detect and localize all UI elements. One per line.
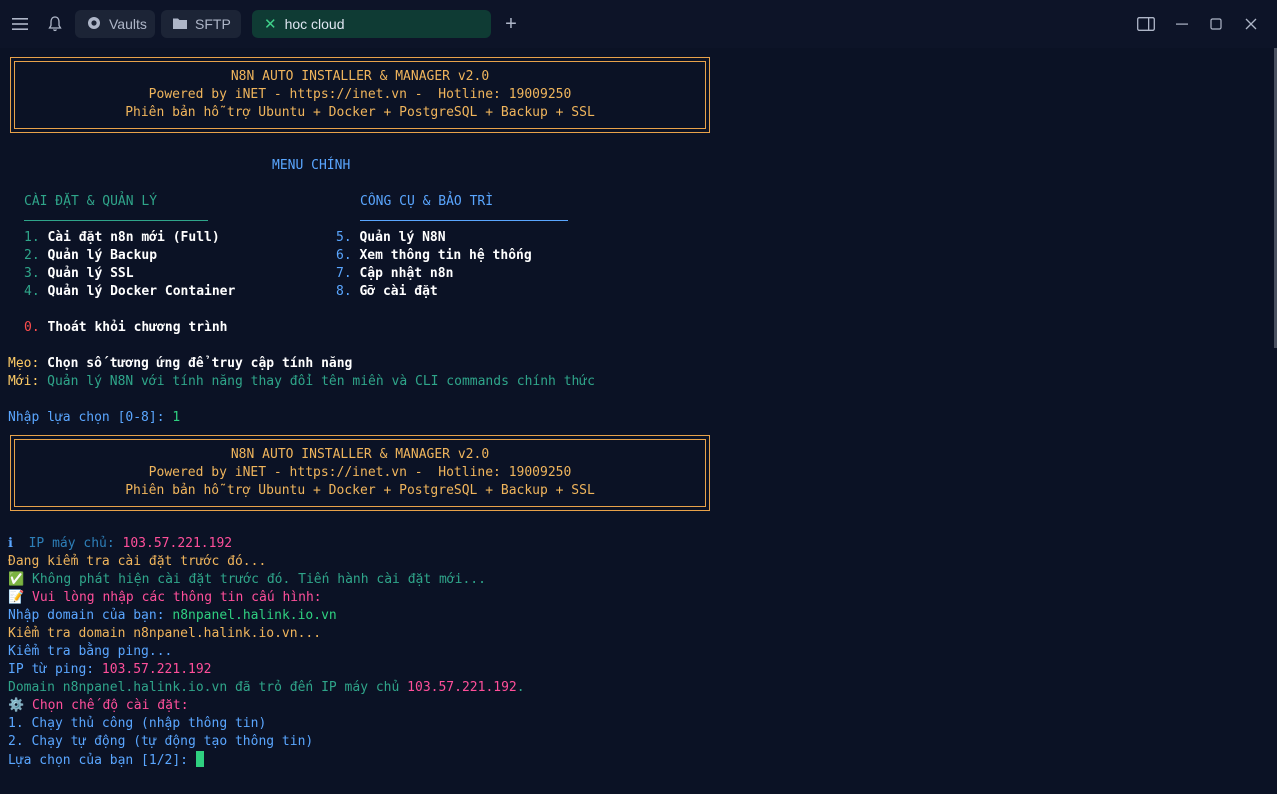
- not-found-line: ✅ Không phát hiện cài đặt trước đó. Tiến…: [8, 572, 486, 587]
- ping-check-line: Kiểm tra bằng ping...: [8, 644, 173, 659]
- vault-icon: [87, 16, 101, 33]
- menu-item-7: 7. Cập nhật n8n: [336, 266, 454, 281]
- memo-icon: 📝: [8, 590, 25, 605]
- minimize-icon[interactable]: [1170, 12, 1194, 36]
- check-icon: ✅: [8, 572, 25, 587]
- tab-label: Vaults: [109, 16, 147, 32]
- tab-label: SFTP: [195, 16, 231, 32]
- split-view-icon[interactable]: [1134, 12, 1158, 36]
- banner-support: Phiên bản hỗ trợ Ubuntu + Docker + Postg…: [125, 105, 595, 120]
- new-feature-line: Mới: Quản lý N8N với tính năng thay đổi …: [8, 374, 596, 389]
- ping-result-line: IP từ ping: 103.57.221.192: [8, 662, 212, 677]
- mode-title-line: ⚙️ Chọn chế độ cài đặt:: [8, 698, 189, 713]
- window-close-icon[interactable]: [1239, 12, 1263, 36]
- menu-item-3: 3. Quản lý SSL: [24, 266, 134, 281]
- banner-repeat: N8N AUTO INSTALLER & MANAGER v2.0 Powere…: [10, 435, 710, 511]
- banner: N8N AUTO INSTALLER & MANAGER v2.0 Powere…: [10, 57, 710, 133]
- mode-option-1: 1. Chạy thủ công (nhập thông tin): [8, 716, 267, 731]
- banner-title: N8N AUTO INSTALLER & MANAGER v2.0: [230, 447, 490, 462]
- domain-input-line: Nhập domain của bạn: n8npanel.halink.io.…: [8, 608, 337, 623]
- final-prompt-line[interactable]: Lựa chọn của bạn [1/2]:: [8, 751, 204, 769]
- ip-line: ℹ IP máy chủ: 103.57.221.192: [8, 536, 233, 551]
- mode-option-2: 2. Chạy tự động (tự động tạo thông tin): [8, 734, 314, 749]
- menu-item-8: 8. Gỡ cài đặt: [336, 284, 438, 299]
- menu-item-2: 2. Quản lý Backup: [24, 248, 158, 263]
- banner-title: N8N AUTO INSTALLER & MANAGER v2.0: [230, 69, 490, 84]
- right-header-underline: [360, 220, 568, 221]
- menu-icon[interactable]: [8, 10, 32, 38]
- menu-left-header: CÀI ĐẶT & QUẢN LÝ: [24, 194, 158, 209]
- check-domain-line: Kiểm tra domain n8npanel.halink.io.vn...: [8, 626, 322, 641]
- info-icon: ℹ: [8, 536, 13, 551]
- menu-item-4: 4. Quản lý Docker Container: [24, 284, 236, 299]
- title-bar: Vaults SFTP ✕ hoc cloud +: [0, 0, 1277, 48]
- enter-config-line: 📝 Vui lòng nhập các thông tin cấu hình:: [8, 590, 322, 605]
- gear-icon: ⚙️: [8, 698, 25, 713]
- menu-prompt: Nhập lựa chọn [0-8]: 1: [8, 410, 181, 425]
- banner-powered: Powered by iNET - https://inet.vn - Hotl…: [148, 87, 572, 102]
- menu-item-1: 1. Cài đặt n8n mới (Full): [24, 230, 220, 245]
- menu-item-5: 5. Quản lý N8N: [336, 230, 446, 245]
- menu-right-header: CÔNG CỤ & BẢO TRÌ: [360, 194, 494, 209]
- left-header-underline: [24, 220, 208, 221]
- folder-icon: [173, 16, 187, 32]
- maximize-icon[interactable]: [1204, 12, 1228, 36]
- banner-support: Phiên bản hỗ trợ Ubuntu + Docker + Postg…: [125, 483, 595, 498]
- menu-item-6: 6. Xem thông tin hệ thống: [336, 248, 532, 263]
- terminal[interactable]: N8N AUTO INSTALLER & MANAGER v2.0 Powere…: [0, 48, 1277, 794]
- tab-hoc-cloud[interactable]: ✕ hoc cloud: [252, 10, 491, 38]
- banner-powered: Powered by iNET - https://inet.vn - Hotl…: [148, 465, 572, 480]
- bell-icon[interactable]: [42, 10, 68, 38]
- terminal-cursor: [195, 751, 204, 767]
- checking-line: Đang kiểm tra cài đặt trước đó...: [8, 554, 267, 569]
- domain-ok-line: Domain n8npanel.halink.io.vn đã trỏ đến …: [8, 680, 525, 695]
- close-icon[interactable]: ✕: [264, 15, 277, 33]
- menu-item-exit: 0. Thoát khỏi chương trình: [24, 320, 228, 335]
- tab-label: hoc cloud: [284, 16, 345, 32]
- new-tab-button[interactable]: +: [500, 10, 522, 38]
- tip-line: Mẹo: Chọn số tương ứng để truy cập tính …: [8, 356, 353, 371]
- tab-vaults[interactable]: Vaults: [75, 10, 155, 38]
- menu-title: MENU CHÍNH: [272, 158, 351, 173]
- tab-sftp[interactable]: SFTP: [161, 10, 241, 38]
